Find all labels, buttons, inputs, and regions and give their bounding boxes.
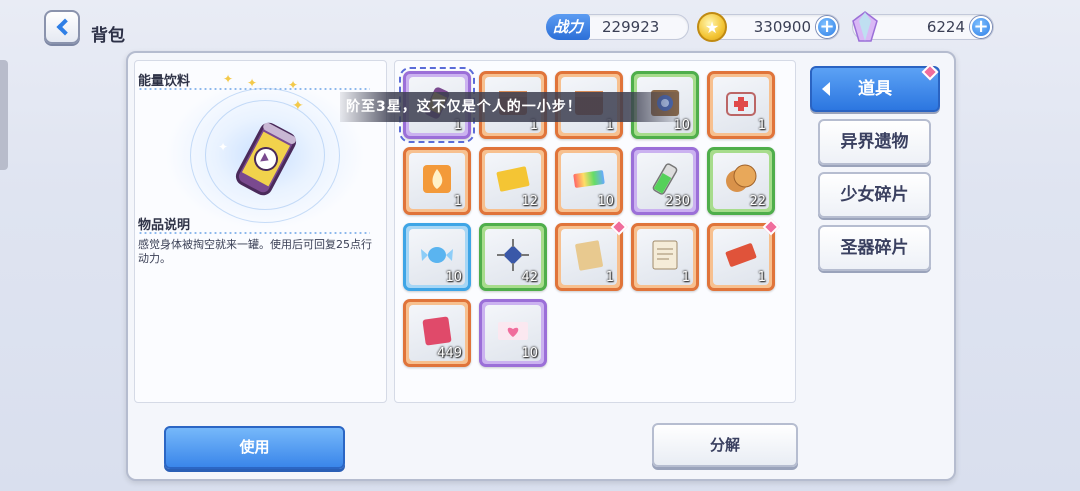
inventory-slot[interactable]: 1 <box>403 147 471 215</box>
item-quantity: 1 <box>453 194 462 209</box>
inventory-slot[interactable]: 22 <box>707 147 775 215</box>
red-ticket-icon <box>723 237 759 277</box>
item-quantity: 22 <box>749 194 766 209</box>
slot-frame: 42 <box>485 229 541 285</box>
slot-frame: 1 <box>561 229 617 285</box>
slot-frame: 1 <box>713 77 769 133</box>
add-gems-button[interactable]: + <box>970 16 992 38</box>
item-quantity: 10 <box>597 194 614 209</box>
envelope-icon <box>571 237 607 277</box>
inventory-slot[interactable]: 1 <box>555 218 628 291</box>
inventory-slot[interactable]: 42 <box>479 223 547 291</box>
coin-value: 330900 <box>753 18 811 36</box>
side-edge-handle <box>0 60 8 170</box>
power-value: 229923 <box>602 18 660 36</box>
back-button[interactable] <box>44 10 80 44</box>
gem-value: 6224 <box>926 18 965 36</box>
category-tab[interactable]: 道具 <box>810 63 940 112</box>
slot-frame: 22 <box>713 153 769 209</box>
item-quantity: 10 <box>521 346 538 361</box>
item-quantity: 1 <box>605 270 614 285</box>
slot-frame: 10 <box>561 153 617 209</box>
category-tab[interactable]: 少女碎片 <box>818 172 931 218</box>
energy-drink-large-icon <box>235 122 297 196</box>
use-button[interactable]: 使用 <box>164 426 345 469</box>
power-label: 战力 <box>546 14 591 40</box>
divider <box>138 232 370 234</box>
inventory-slot[interactable]: 1 <box>631 223 699 291</box>
chevron-left-icon <box>56 18 73 36</box>
inventory-slot[interactable]: 230 <box>631 147 699 215</box>
gem-icon <box>852 11 878 42</box>
coin-display: ★ 330900 + <box>697 12 840 42</box>
item-quantity: 42 <box>521 270 538 285</box>
inventory-slot[interactable]: 10 <box>555 147 623 215</box>
medkit-icon <box>723 85 759 125</box>
slot-frame: 10 <box>409 229 465 285</box>
description-title: 物品说明 <box>138 218 191 233</box>
toast-message: 阶至3星，这不仅是个人的一小步！ <box>340 92 680 122</box>
category-tab[interactable]: 圣器碎片 <box>818 225 931 271</box>
slot-frame: 1 <box>409 153 465 209</box>
item-quantity: 1 <box>757 270 766 285</box>
inventory-slot[interactable]: 10 <box>403 223 471 291</box>
slot-frame: 12 <box>485 153 541 209</box>
divider <box>138 88 370 90</box>
inventory-slot[interactable]: 10 <box>479 299 547 367</box>
item-description: 感觉身体被掏空就来一罐。使用后可回复25点行动力。 <box>138 238 372 265</box>
coin-icon: ★ <box>697 12 727 42</box>
item-quantity: 10 <box>445 270 462 285</box>
slot-frame: 1 <box>637 229 693 285</box>
decompose-button[interactable]: 分解 <box>652 423 798 467</box>
inventory-slot[interactable]: 449 <box>403 299 471 367</box>
sparkle-icon: ✦ <box>292 98 304 114</box>
inventory-slot[interactable]: 1 <box>707 71 775 139</box>
slot-frame: 449 <box>409 305 465 361</box>
item-quantity: 230 <box>665 194 690 209</box>
power-display: 战力 229923 <box>546 14 689 40</box>
new-badge-icon <box>921 63 939 81</box>
slot-frame: 1 <box>713 229 769 285</box>
fire-box-icon <box>419 161 455 201</box>
document-icon <box>647 237 683 277</box>
item-quantity: 12 <box>521 194 538 209</box>
item-quantity: 449 <box>437 346 462 361</box>
inventory-slot[interactable]: 1 <box>707 218 780 291</box>
add-coins-button[interactable]: + <box>816 16 838 38</box>
item-quantity: 1 <box>757 118 766 133</box>
inventory-slot[interactable]: 12 <box>479 147 547 215</box>
item-name: 能量饮料 <box>138 74 191 89</box>
item-quantity: 1 <box>681 270 690 285</box>
sparkle-icon: ✦ <box>223 72 234 86</box>
category-tab[interactable]: 异界遗物 <box>818 119 931 165</box>
slot-frame: 10 <box>485 305 541 361</box>
page-title: 背包 <box>91 26 125 46</box>
slot-frame: 230 <box>637 153 693 209</box>
gem-display: 6224 + <box>852 11 994 42</box>
